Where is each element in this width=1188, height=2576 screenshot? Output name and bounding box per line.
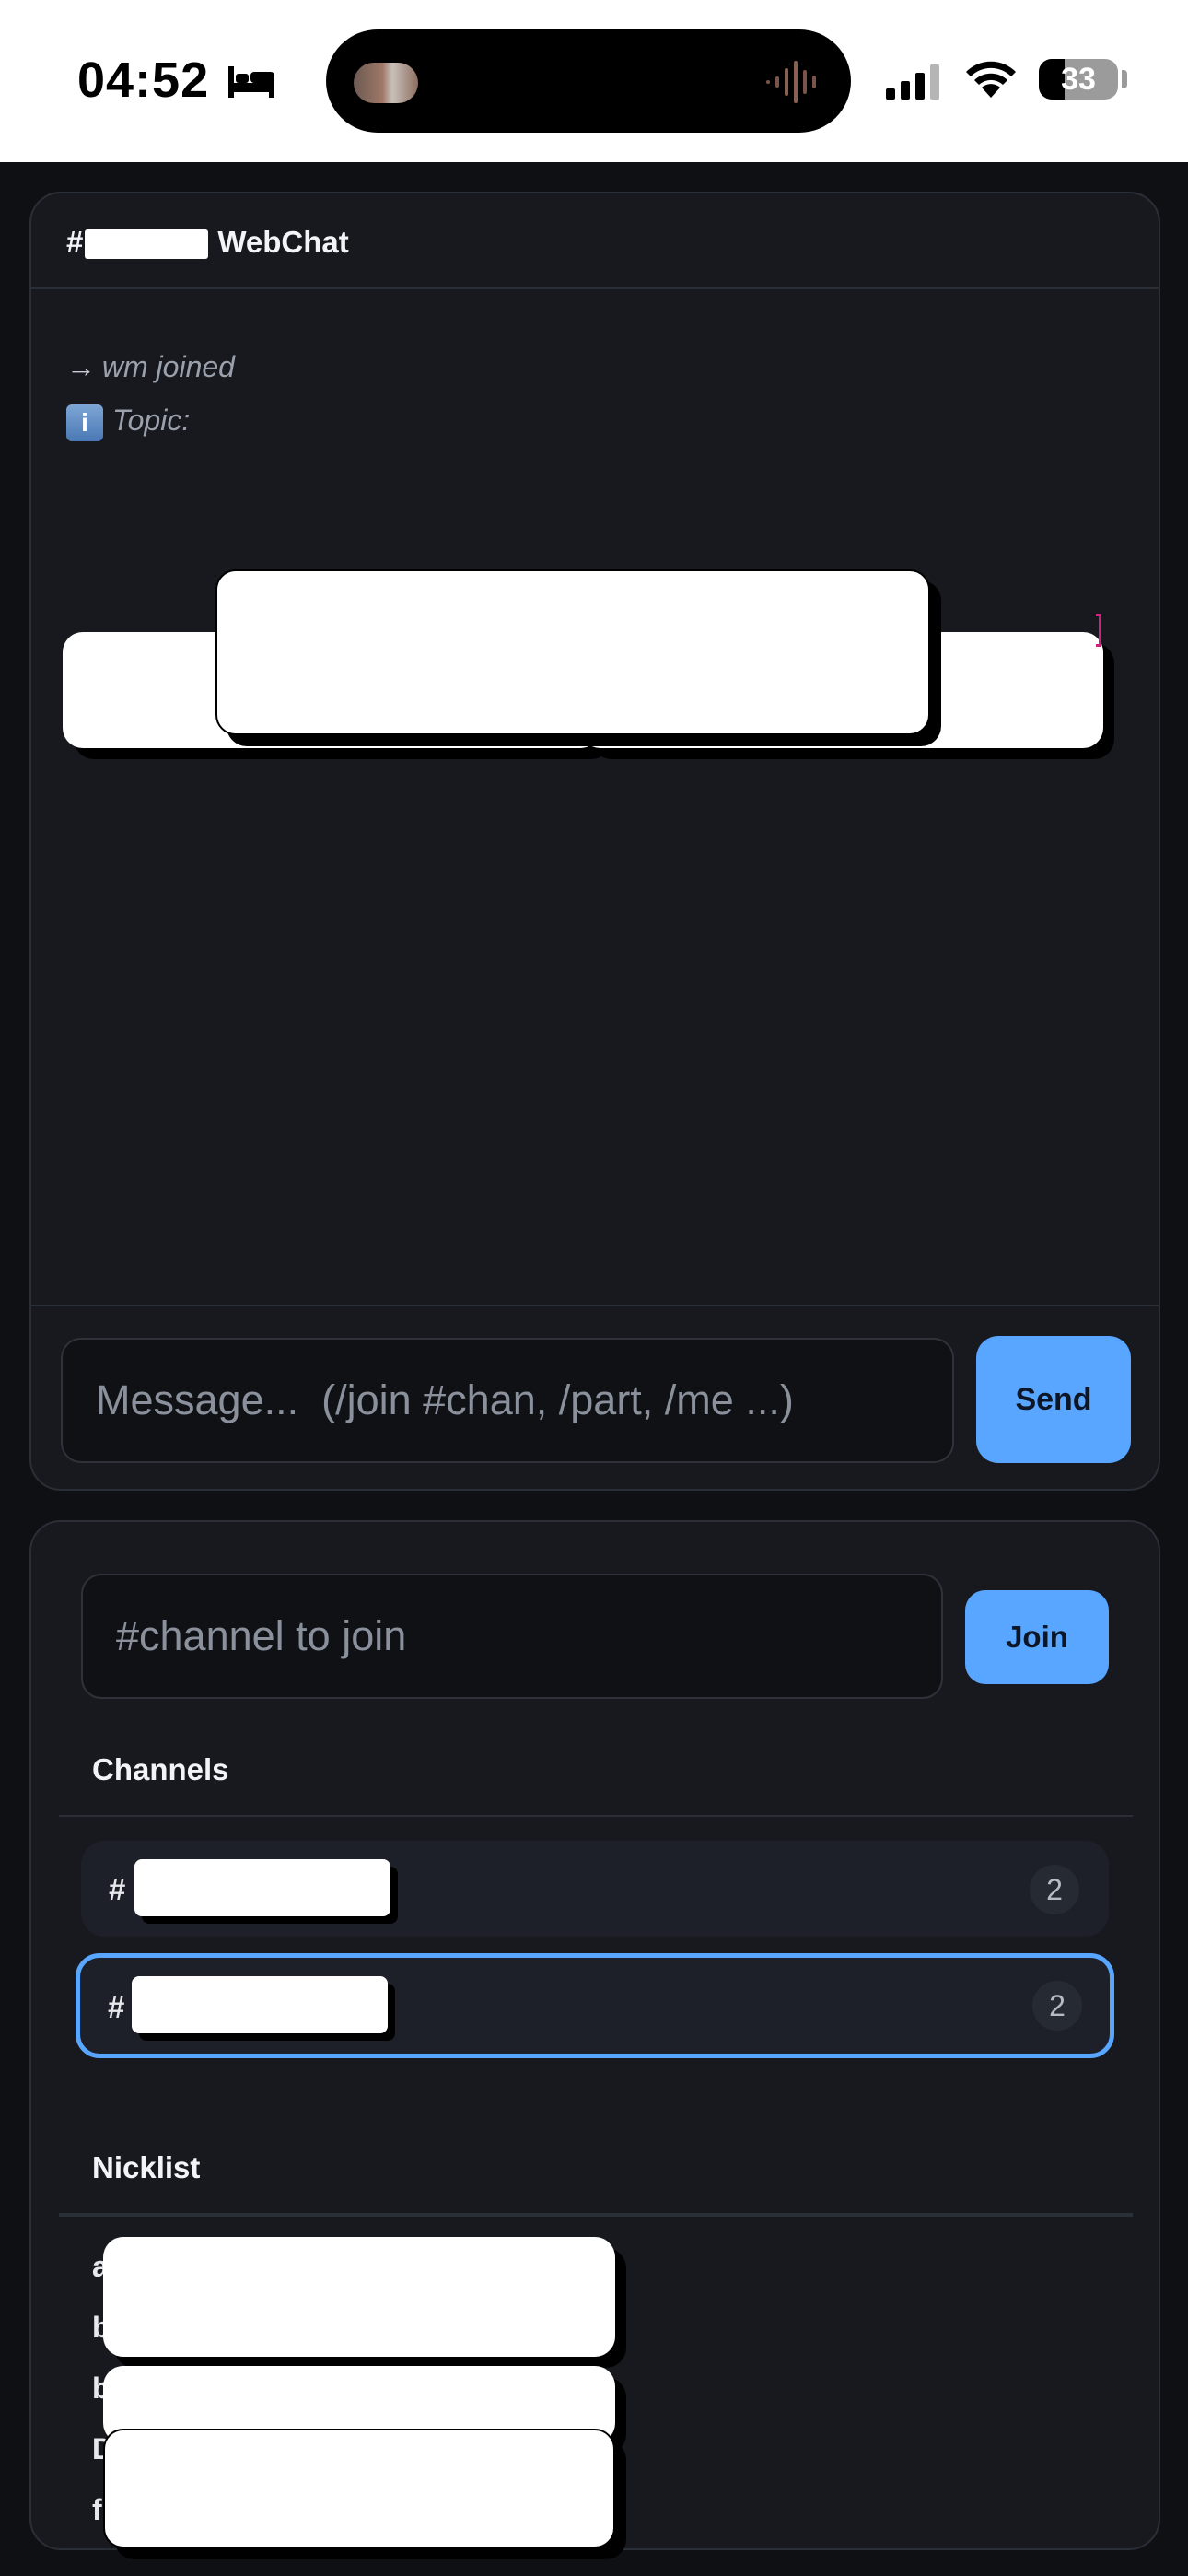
wifi-icon xyxy=(966,61,1016,98)
redacted-channel-name xyxy=(132,1976,388,2033)
divider xyxy=(59,1815,1133,1817)
signal-icon xyxy=(886,64,939,100)
topic-label: Topic: xyxy=(112,404,191,437)
redacted-block xyxy=(103,2237,615,2357)
chat-header: # WebChat xyxy=(31,193,1159,289)
join-message-text: wm joined xyxy=(101,350,235,383)
battery-icon: 33 xyxy=(1039,59,1118,100)
channel-join-input[interactable] xyxy=(81,1574,943,1699)
channel-user-count: 2 xyxy=(1032,1981,1082,2031)
channel-prefix: # xyxy=(109,1872,126,1906)
message-input[interactable] xyxy=(61,1338,954,1463)
bracket-mark xyxy=(1096,614,1101,647)
dynamic-island[interactable] xyxy=(326,29,851,133)
status-time: 04:52 xyxy=(77,53,210,108)
redacted-channel-name xyxy=(85,229,209,260)
redacted-block xyxy=(215,569,930,735)
status-bar: 04:52 33 xyxy=(0,0,1188,162)
channel-item[interactable]: # 2 xyxy=(81,1841,1109,1937)
redacted-block xyxy=(103,2429,615,2548)
channel-prefix: # xyxy=(108,1990,125,2024)
divider xyxy=(59,2213,1133,2217)
bed-icon xyxy=(228,66,274,98)
battery-cap xyxy=(1122,70,1127,88)
chat-panel: # WebChat → wm joined i Topic: Send xyxy=(29,192,1160,1491)
redacted-channel-name xyxy=(134,1859,390,1916)
channel-user-count: 2 xyxy=(1030,1865,1079,1914)
nick-item[interactable]: f xyxy=(92,2493,102,2527)
media-thumbnail-icon xyxy=(354,63,418,103)
channel-title-suffix: WebChat xyxy=(217,225,349,259)
nicklist-heading: Nicklist xyxy=(92,2150,201,2184)
channel-title: # WebChat xyxy=(66,225,349,260)
arrow-right-icon: → xyxy=(66,350,96,383)
send-button[interactable]: Send xyxy=(976,1336,1131,1463)
join-button[interactable]: Join xyxy=(965,1590,1109,1684)
message-composer: Send xyxy=(31,1305,1159,1493)
channel-item-active[interactable]: # 2 xyxy=(76,1953,1114,2058)
topic-message: i Topic: xyxy=(66,404,190,441)
audio-waveform-icon xyxy=(766,61,816,103)
battery-level: 33 xyxy=(1061,62,1096,97)
channels-heading: Channels xyxy=(92,1752,229,1786)
sidebar-panel: Join Channels # 2 # 2 Nicklist a b b D f xyxy=(29,1520,1160,2550)
join-message: → wm joined xyxy=(66,350,235,384)
info-icon: i xyxy=(66,404,103,441)
channel-title-prefix: # xyxy=(66,225,84,259)
